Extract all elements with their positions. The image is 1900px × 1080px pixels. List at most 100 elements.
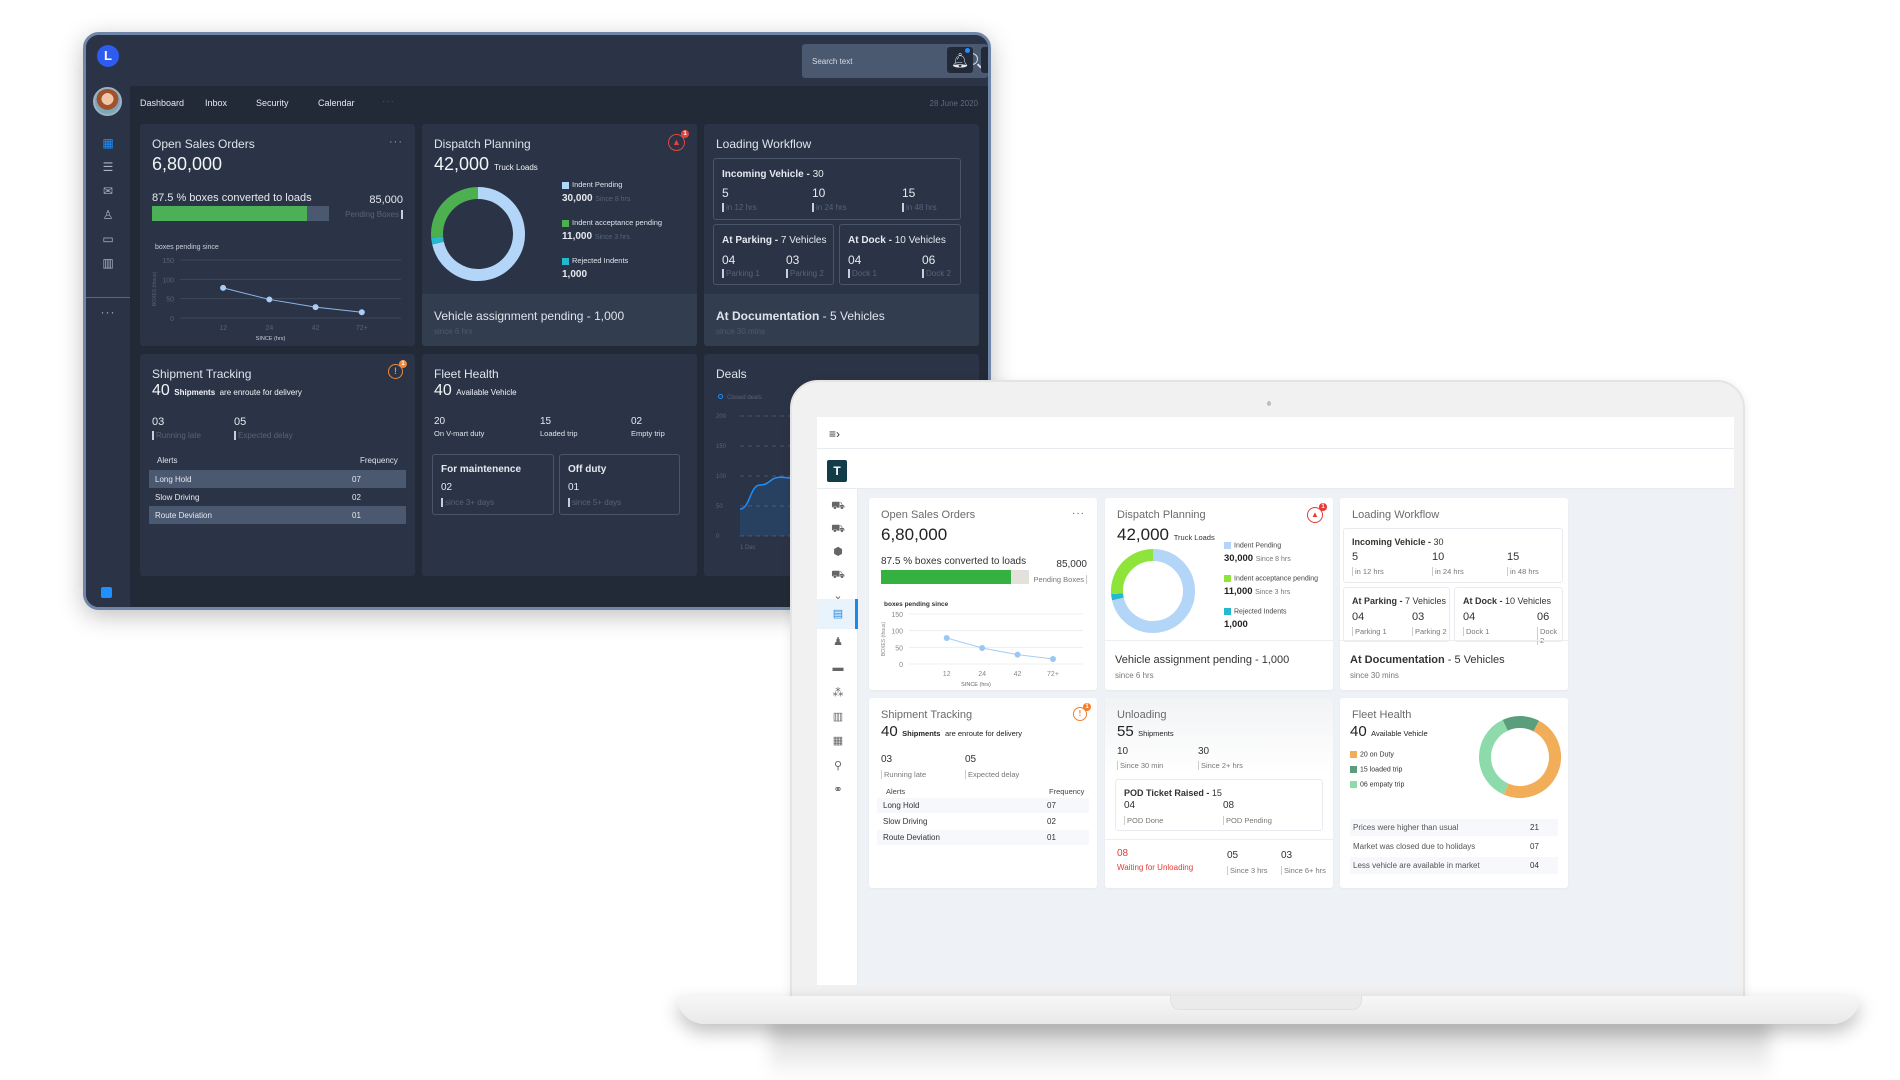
- table-row[interactable]: Slow Driving 02: [149, 488, 406, 506]
- stat-value: 03: [881, 754, 893, 765]
- alert-frequency: 07: [352, 475, 361, 484]
- table-header-alerts: Alerts: [157, 456, 178, 465]
- chat-icon[interactable]: ▭: [98, 231, 118, 247]
- legend-swatch: [1224, 542, 1231, 549]
- app-logo[interactable]: L: [97, 45, 119, 67]
- pending-value: 85,000: [369, 194, 403, 206]
- stat-label: Parking 2: [786, 269, 824, 278]
- box-count: 10 Vehicles: [1505, 596, 1552, 606]
- legend-value: 1,000: [562, 269, 588, 280]
- screen-signal-icon[interactable]: ▬: [829, 661, 847, 675]
- y-tick-label: 100: [891, 629, 903, 636]
- warning-icon[interactable]: ! 1: [1073, 703, 1091, 721]
- box-title: At Parking - 7 Vehicles: [1352, 596, 1447, 606]
- columns-icon[interactable]: ▥: [98, 255, 118, 271]
- donut-slice: [1479, 719, 1509, 795]
- table-row[interactable]: Long Hold 07: [877, 798, 1089, 813]
- table-row[interactable]: Long Hold 07: [149, 470, 406, 488]
- tab-dashboard[interactable]: Dashboard: [140, 98, 184, 108]
- dashboard-icon[interactable]: ▦: [98, 135, 118, 151]
- stat-value: 04: [1124, 800, 1136, 811]
- table-header-frequency: Frequency: [360, 456, 398, 465]
- settings-button[interactable]: ⚙: [981, 47, 988, 73]
- box-icon[interactable]: ⬢: [829, 545, 847, 559]
- notifications-button[interactable]: 🔔︎: [947, 47, 973, 73]
- sidebar-toggle-icon[interactable]: [101, 587, 112, 598]
- progress-label: 87.5 % boxes converted to loads: [152, 192, 312, 204]
- shipment-tracking-card: Shipment Tracking ! 1 40 Shipments are e…: [140, 354, 415, 576]
- table-row[interactable]: Prices were higher than usual 21: [1350, 819, 1558, 836]
- progress-bar: [152, 206, 329, 221]
- card-title: Fleet Health: [434, 367, 499, 381]
- current-date: 28 June 2020: [929, 99, 979, 108]
- driver-icon[interactable]: ♟: [829, 635, 847, 649]
- dispatch-planning-card: Dispatch Planning 42,000 Truck Loads ▲ 1…: [422, 124, 697, 346]
- tab-inbox[interactable]: Inbox: [205, 98, 227, 108]
- table-row[interactable]: Route Deviation 01: [149, 506, 406, 524]
- stat-value: 20: [434, 416, 446, 427]
- sidebar-more-icon[interactable]: ···: [98, 305, 118, 319]
- legend-item: Rejected Indents 1,000: [1224, 608, 1287, 630]
- stat-label: Parking 2: [1412, 627, 1447, 636]
- tab-security[interactable]: Security: [256, 98, 289, 108]
- legend-item: Rejected Indents 1,000: [562, 256, 628, 280]
- boxes-pending-chart: 0 50 100 150 12 24 42 72+ SINCE (hrs) BOXES (thou…: [881, 612, 1083, 688]
- tab-calendar[interactable]: Calendar: [318, 98, 355, 108]
- layers-icon[interactable]: ☰: [98, 159, 118, 175]
- alert-name: Route Deviation: [155, 511, 212, 520]
- series-line: [946, 637, 1054, 660]
- handshake-icon[interactable]: ⚭: [829, 783, 847, 797]
- warning-icon[interactable]: ! 1: [388, 360, 407, 379]
- x-tick-label: 1 Dec: [740, 545, 756, 551]
- table-row[interactable]: Less vehicle are available in market 04: [1350, 857, 1558, 874]
- more-options-icon[interactable]: ···: [389, 136, 403, 148]
- shipment-count: 40: [881, 723, 898, 740]
- buildings-icon[interactable]: ▥: [829, 710, 847, 724]
- alert-name: Long Hold: [883, 801, 920, 810]
- x-tick-label: 12: [219, 325, 227, 332]
- table-row[interactable]: Market was closed due to holidays 07: [1350, 838, 1558, 855]
- y-axis-label: BOXES (thous): [881, 622, 887, 657]
- y-tick-label: 0: [899, 662, 903, 669]
- fleet-count: 40: [434, 382, 452, 399]
- y-tick-label: 50: [895, 645, 903, 652]
- alert-bell-button[interactable]: ▲ 1: [668, 130, 689, 151]
- avatar[interactable]: [93, 87, 122, 116]
- bus-icon[interactable]: ▤: [829, 607, 847, 621]
- tab-more[interactable]: ···: [382, 96, 395, 107]
- legend-since: Since 8 hrs: [595, 196, 631, 203]
- stat-value: 04: [722, 253, 736, 267]
- alert-frequency: 01: [352, 511, 361, 520]
- location-user-icon[interactable]: ⚲: [829, 759, 847, 773]
- legend-item: Indent Pending 30,000 Since 8 hrs: [562, 180, 630, 204]
- chevron-down-icon[interactable]: ⌄: [829, 589, 847, 603]
- y-tick-label: 200: [716, 414, 727, 420]
- team-icon[interactable]: ⁂: [829, 686, 847, 700]
- data-point: [943, 635, 950, 641]
- apps-icon[interactable]: ▦: [829, 734, 847, 748]
- truck-icon[interactable]: ⛟: [829, 568, 847, 582]
- legend-swatch: [562, 181, 569, 189]
- donut-slice: [431, 236, 444, 245]
- deals-legend: Closed deals: [718, 394, 762, 401]
- truck-signal-icon[interactable]: ⛟: [829, 499, 847, 513]
- table-row[interactable]: Slow Driving 02: [877, 814, 1089, 829]
- mail-icon[interactable]: ✉: [98, 183, 118, 199]
- legend-value: 11,000 Since 3 hrs: [562, 231, 630, 242]
- shipment-desc: are enroute for delivery: [944, 729, 1023, 738]
- stat-value: 5: [1352, 551, 1359, 563]
- x-tick-label: 72+: [1047, 671, 1059, 678]
- stat-label: Since 6+ hrs: [1281, 866, 1326, 875]
- app-logo[interactable]: T: [827, 460, 847, 482]
- y-tick-label: 150: [716, 444, 727, 450]
- more-options-icon[interactable]: ···: [1072, 508, 1085, 519]
- stat-value: 10: [812, 186, 826, 200]
- truck-loading-icon[interactable]: ⛟: [829, 522, 847, 536]
- table-row[interactable]: Route Deviation 01: [877, 830, 1089, 845]
- user-icon[interactable]: ♙: [98, 207, 118, 223]
- alert-bell-button[interactable]: ▲ 1: [1307, 503, 1327, 523]
- menu-expand-icon[interactable]: ≡›: [829, 427, 840, 441]
- progress-bar: [881, 570, 1029, 584]
- reason-text: Less vehicle are available in market: [1353, 861, 1480, 870]
- card-title: Open Sales Orders: [881, 509, 976, 521]
